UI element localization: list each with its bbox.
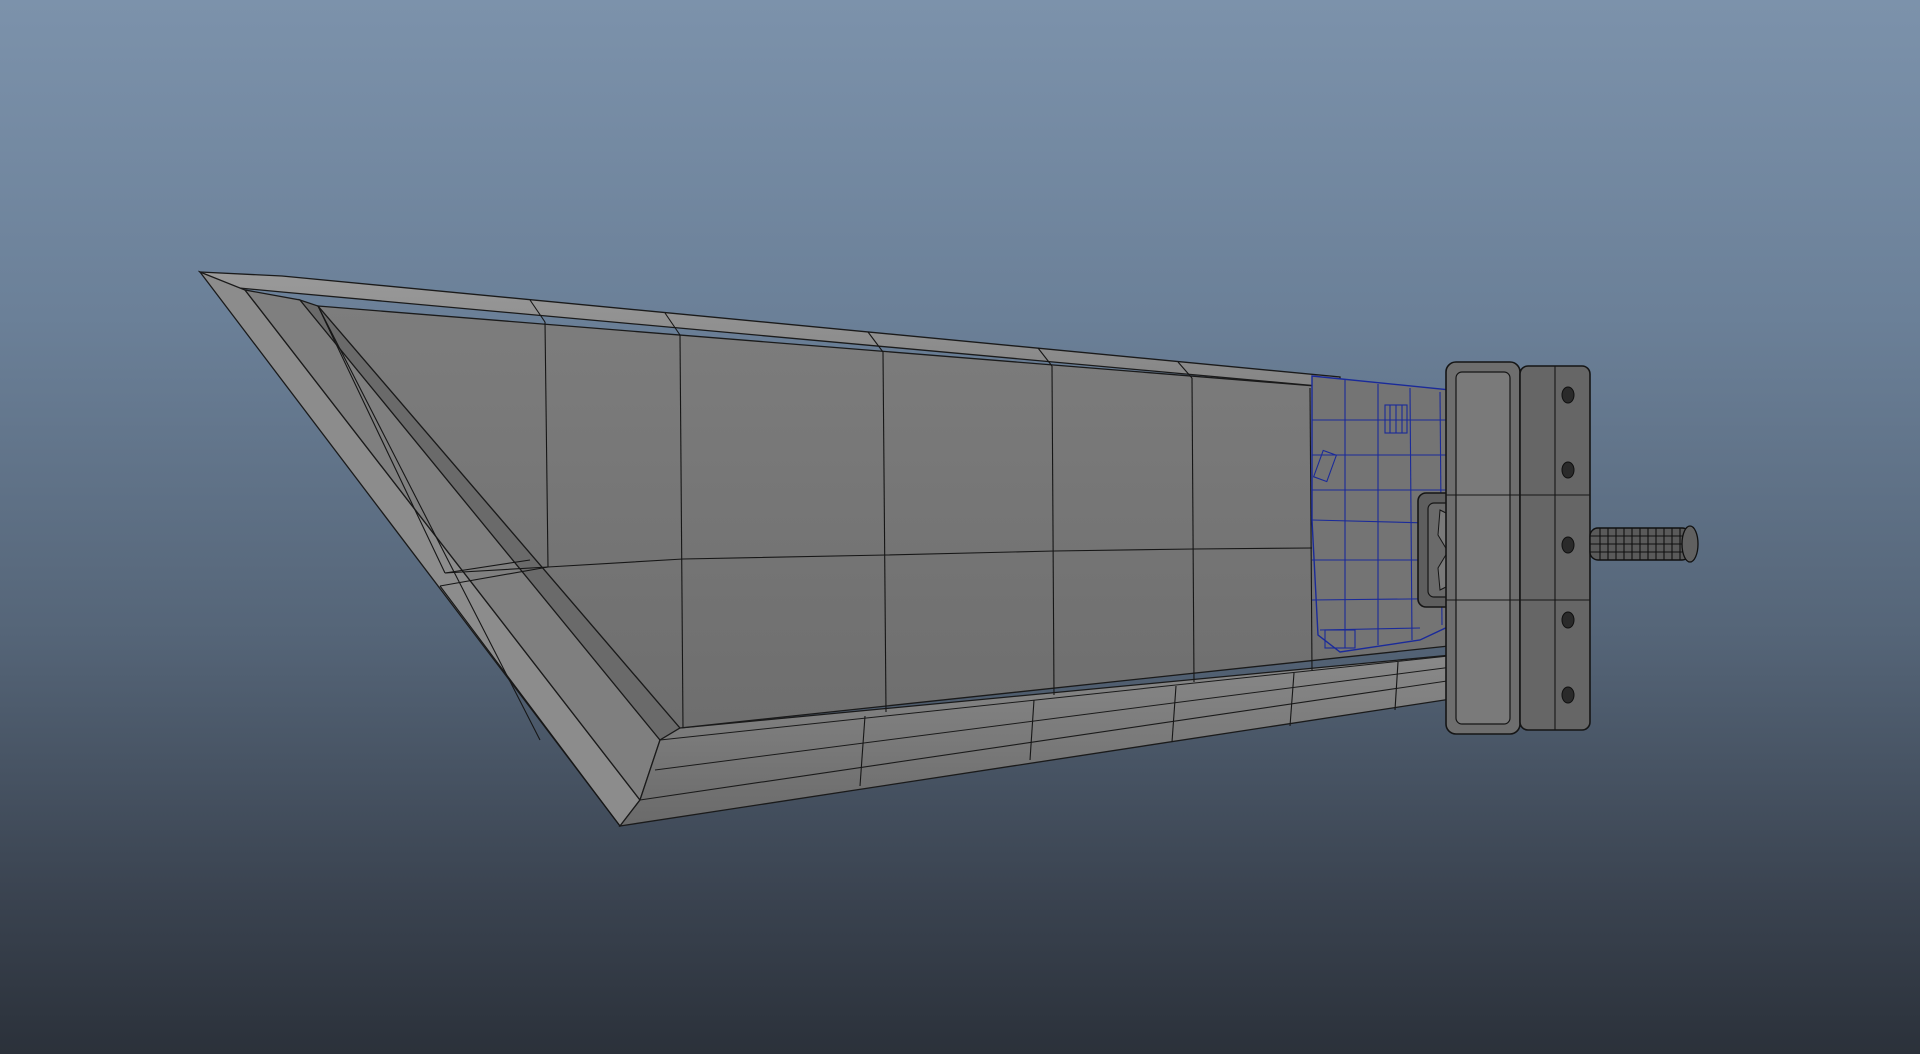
3d-viewport[interactable] — [0, 0, 1920, 1054]
sword-handle[interactable] — [1589, 525, 1699, 563]
crossguard-plate[interactable] — [1445, 361, 1591, 735]
sword-model[interactable] — [0, 0, 1920, 1054]
